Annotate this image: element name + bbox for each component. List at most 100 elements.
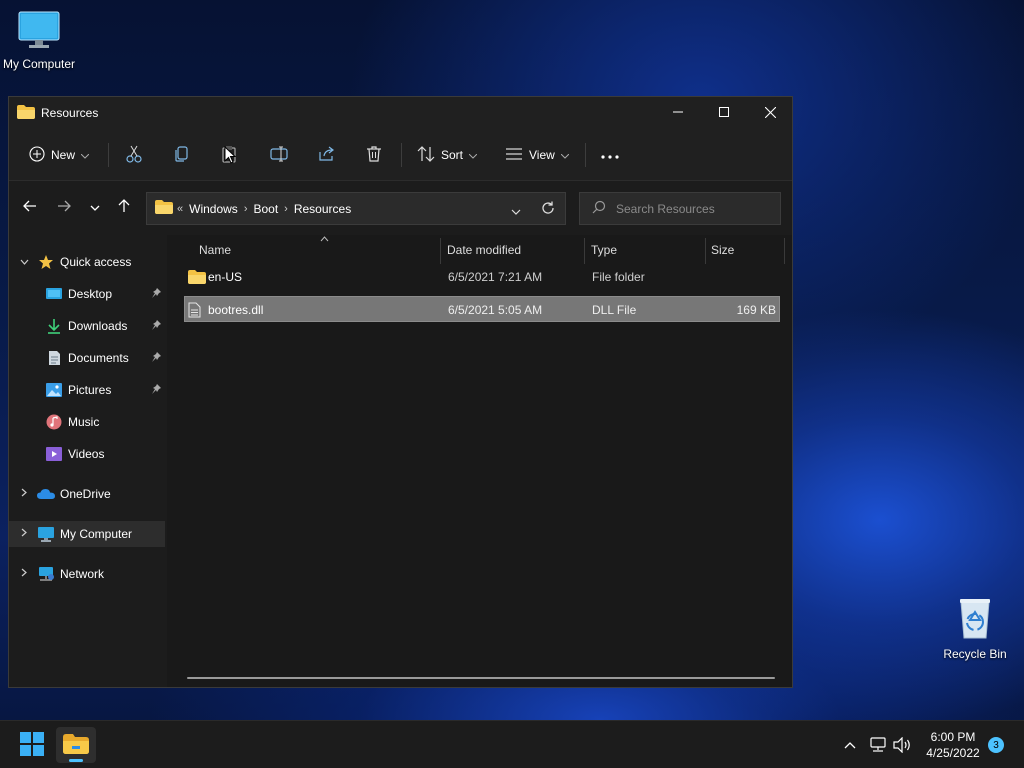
sidebar-item-pictures[interactable]: Pictures — [9, 377, 165, 403]
taskbar: 6:00 PM 4/25/2022 3 — [0, 720, 1024, 768]
windows-logo-icon — [20, 731, 44, 759]
sidebar-item-quick-access[interactable]: Quick access — [9, 249, 165, 275]
title-bar[interactable]: Resources — [9, 97, 792, 129]
sidebar-label: Downloads — [68, 319, 128, 333]
cut-button[interactable] — [126, 139, 142, 171]
rename-icon — [270, 146, 288, 165]
chevron-down-icon — [80, 148, 90, 162]
recent-locations-button[interactable] — [83, 195, 107, 219]
monitor-icon — [37, 525, 55, 543]
chevron-right-icon[interactable]: › — [284, 203, 288, 215]
toolbar-separator — [401, 143, 402, 167]
sort-button[interactable]: Sort — [417, 139, 478, 171]
navigation-pane: Quick access Desktop Downloads Documents… — [9, 235, 167, 687]
refresh-icon[interactable] — [541, 201, 555, 218]
toolbar-separator — [108, 143, 109, 167]
sidebar-item-music[interactable]: Music — [9, 409, 165, 435]
folder-icon — [17, 104, 35, 122]
sidebar-item-onedrive[interactable]: OneDrive — [9, 481, 165, 507]
column-divider[interactable] — [784, 238, 785, 264]
column-divider[interactable] — [440, 238, 441, 264]
view-button[interactable]: View — [505, 139, 570, 171]
sidebar-item-my-computer[interactable]: My Computer — [9, 521, 165, 547]
delete-button[interactable] — [366, 139, 382, 171]
minimize-button[interactable] — [655, 97, 701, 127]
show-hidden-icons-button[interactable] — [840, 735, 860, 755]
new-button[interactable]: New — [29, 139, 90, 171]
sidebar-item-desktop[interactable]: Desktop — [9, 281, 165, 307]
sidebar-label: Quick access — [60, 255, 132, 269]
overflow-chevron-icon[interactable]: « — [177, 203, 183, 215]
desktop-recycle-bin[interactable]: Recycle Bin — [933, 596, 1017, 661]
volume-icon[interactable] — [892, 735, 912, 755]
copy-button[interactable] — [174, 139, 190, 171]
see-more-button[interactable] — [601, 139, 619, 171]
share-button[interactable] — [318, 139, 336, 171]
clock-date: 4/25/2022 — [926, 746, 980, 760]
pin-icon — [151, 383, 161, 397]
back-button[interactable] — [18, 195, 42, 219]
taskbar-clock[interactable]: 6:00 PM 4/25/2022 — [920, 729, 986, 761]
window-title: Resources — [41, 106, 99, 120]
sort-label: Sort — [441, 148, 464, 162]
column-divider[interactable] — [584, 238, 585, 264]
column-header-name[interactable]: Name — [199, 235, 231, 265]
search-box[interactable] — [579, 192, 781, 225]
share-icon — [318, 146, 336, 165]
view-label: View — [529, 148, 555, 162]
network-status-icon[interactable] — [868, 735, 888, 755]
cloud-icon — [37, 485, 55, 503]
up-button[interactable] — [112, 195, 136, 219]
music-icon — [45, 413, 63, 431]
column-divider[interactable] — [705, 238, 706, 264]
chevron-down-icon — [468, 148, 478, 162]
chevron-right-icon[interactable] — [17, 568, 31, 580]
mouse-cursor-icon — [224, 145, 237, 167]
explorer-body: Quick access Desktop Downloads Documents… — [9, 235, 792, 687]
column-header-size[interactable]: Size — [711, 235, 734, 265]
table-row[interactable]: bootres.dll 6/5/2021 5:05 AM DLL File 16… — [184, 296, 780, 322]
folder-icon — [63, 733, 89, 757]
monitor-icon — [17, 10, 61, 53]
sidebar-label: Music — [68, 415, 100, 429]
rename-button[interactable] — [270, 139, 288, 171]
file-date: 6/5/2021 5:05 AM — [448, 303, 543, 317]
address-dropdown-icon[interactable] — [511, 204, 521, 218]
horizontal-scrollbar[interactable] — [187, 677, 775, 679]
desktop-my-computer[interactable]: My Computer — [0, 10, 81, 71]
forward-button[interactable] — [52, 195, 76, 219]
taskbar-file-explorer[interactable] — [56, 727, 96, 763]
arrow-left-icon — [23, 200, 37, 215]
sidebar-item-videos[interactable]: Videos — [9, 441, 165, 467]
breadcrumb-resources[interactable]: Resources — [294, 202, 351, 216]
file-name: bootres.dll — [208, 303, 264, 317]
folder-icon — [188, 264, 206, 290]
chevron-right-icon[interactable] — [17, 488, 31, 500]
notification-badge[interactable]: 3 — [988, 737, 1004, 753]
column-header-date[interactable]: Date modified — [447, 235, 521, 265]
search-input[interactable] — [616, 201, 766, 216]
chevron-right-icon[interactable] — [17, 528, 31, 540]
sidebar-item-documents[interactable]: Documents — [9, 345, 165, 371]
close-button[interactable] — [747, 97, 793, 127]
pin-icon — [151, 287, 161, 301]
more-dots-icon — [601, 148, 619, 162]
start-button[interactable] — [12, 727, 52, 763]
chevron-down-icon — [560, 148, 570, 162]
maximize-button[interactable] — [701, 97, 747, 127]
plus-circle-icon — [29, 145, 45, 165]
toolbar-separator — [585, 143, 586, 167]
desktop-my-computer-label: My Computer — [2, 57, 76, 71]
address-bar[interactable]: « Windows › Boot › Resources — [146, 192, 566, 225]
breadcrumb-boot[interactable]: Boot — [253, 202, 278, 216]
sidebar-item-network[interactable]: Network — [9, 561, 165, 587]
network-icon — [37, 565, 55, 583]
sidebar-item-downloads[interactable]: Downloads — [9, 313, 165, 339]
clock-time: 6:00 PM — [930, 730, 976, 744]
chevron-down-icon[interactable] — [17, 257, 31, 268]
folder-icon — [155, 200, 173, 217]
breadcrumb-windows[interactable]: Windows — [189, 202, 238, 216]
column-header-type[interactable]: Type — [591, 235, 617, 265]
chevron-right-icon[interactable]: › — [244, 203, 248, 215]
table-row[interactable]: en-US 6/5/2021 7:21 AM File folder — [184, 264, 780, 290]
